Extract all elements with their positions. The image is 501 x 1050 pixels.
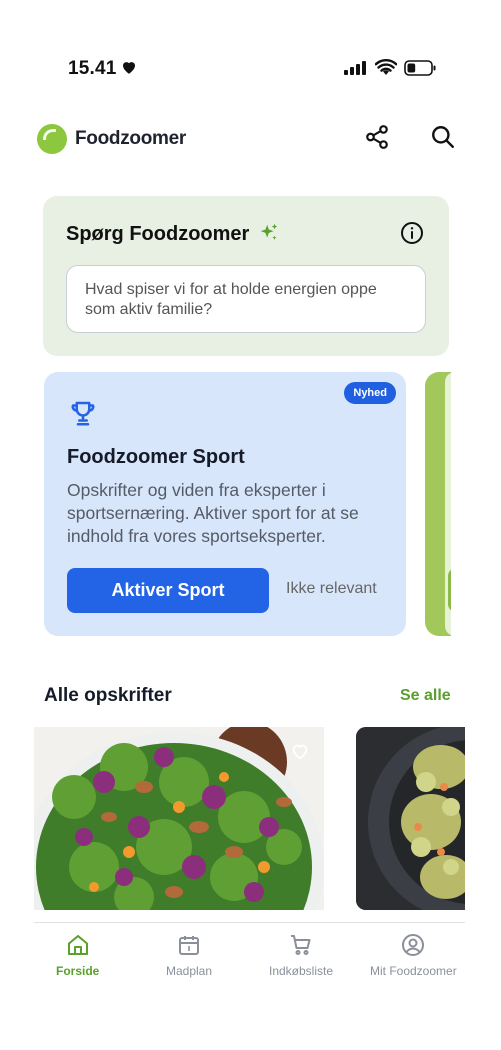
tab-label: Indkøbsliste xyxy=(269,964,334,978)
tab-label: Forside xyxy=(56,964,100,978)
new-badge: Nyhed xyxy=(344,382,396,404)
ask-card-title: Spørg Foodzoomer xyxy=(66,223,250,245)
tab-label: Mit Foodzoomer xyxy=(370,964,457,978)
next-card-peek[interactable] xyxy=(425,372,451,636)
app-logo[interactable]: Foodzoomer xyxy=(37,124,186,154)
share-button[interactable] xyxy=(362,124,392,154)
recipe-image-pasta xyxy=(356,727,465,910)
search-icon xyxy=(430,124,456,155)
tab-indkobsliste[interactable]: Indkøbsliste xyxy=(269,933,333,978)
logo-mark xyxy=(37,124,67,154)
search-button[interactable] xyxy=(428,124,458,154)
recipe-card-salad[interactable] xyxy=(34,727,324,910)
heart-outline-icon[interactable] xyxy=(289,740,311,767)
share-icon xyxy=(364,124,390,155)
trophy-icon xyxy=(68,398,98,433)
status-bar: 15.41 xyxy=(0,0,501,100)
next-card-button xyxy=(448,568,451,612)
sport-card: Nyhed Foodzoomer Sport Opskrifter og vid… xyxy=(44,372,406,636)
home-icon xyxy=(66,933,90,964)
see-all-link[interactable]: Se alle xyxy=(400,687,451,705)
info-icon[interactable] xyxy=(400,221,424,250)
recipes-section-title: Alle opskrifter xyxy=(44,685,172,706)
sparkle-icon xyxy=(258,222,280,249)
tab-mit-foodzoomer[interactable]: Mit Foodzoomer xyxy=(370,933,457,978)
wifi-icon xyxy=(374,59,398,81)
status-time: 15.41 xyxy=(68,58,117,79)
activate-sport-button[interactable]: Aktiver Sport xyxy=(67,568,269,613)
ask-input[interactable]: Hvad spiser vi for at holde energien opp… xyxy=(66,265,426,333)
heart-icon xyxy=(120,58,138,81)
ask-foodzoomer-card: Spørg Foodzoomer Hvad spiser vi for at h… xyxy=(43,196,449,356)
cellular-signal-icon xyxy=(344,61,368,80)
tab-madplan[interactable]: Madplan xyxy=(166,933,212,978)
profile-icon xyxy=(401,933,425,964)
recipe-image-salad xyxy=(34,727,324,910)
tab-forside[interactable]: Forside xyxy=(56,933,99,978)
not-relevant-button[interactable]: Ikke relevant xyxy=(286,580,377,598)
calendar-icon xyxy=(177,933,201,964)
battery-icon xyxy=(404,60,436,81)
sport-card-title: Foodzoomer Sport xyxy=(67,446,245,468)
app-name: Foodzoomer xyxy=(75,128,186,149)
tab-label: Madplan xyxy=(166,964,213,978)
bottom-tab-bar: Forside Madplan Indkøbsliste Mit Foodzoo… xyxy=(34,922,465,982)
recipe-card-pasta[interactable] xyxy=(356,727,465,910)
sport-card-description: Opskrifter og viden fra eksperter i spor… xyxy=(67,480,359,546)
cart-icon xyxy=(289,933,313,964)
